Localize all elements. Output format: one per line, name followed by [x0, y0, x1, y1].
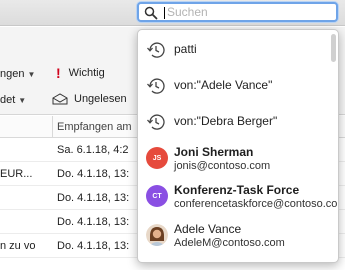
search-box[interactable]	[137, 2, 338, 22]
ribbon-item-move-label: ngen	[0, 68, 25, 80]
column-header-received[interactable]: Empfangen am	[57, 121, 132, 133]
row-date: Do. 4.1.18, 13:	[57, 168, 130, 180]
recent-search-item[interactable]: von:"Adele Vance"	[138, 68, 338, 104]
person-name: Joni Sherman	[174, 145, 254, 159]
title-bar	[0, 0, 345, 26]
text-caret	[164, 7, 165, 19]
ribbon-item-rules[interactable]: det ▼	[0, 94, 26, 106]
chevron-down-icon: ▼	[18, 95, 27, 105]
column-divider[interactable]	[52, 116, 53, 138]
search-input[interactable]	[167, 4, 332, 20]
history-icon	[147, 42, 165, 58]
person-suggestion[interactable]: CT Konferenz-Task Force conferencetaskfo…	[138, 180, 339, 216]
ribbon-item-rules-label: det	[0, 94, 16, 106]
person-suggestion[interactable]: JS Joni Sherman jonis@contoso.com	[138, 142, 338, 178]
row-date: Do. 4.1.18, 13:	[57, 192, 130, 204]
unread-button[interactable]: Ungelesen	[52, 93, 127, 105]
row-date: Sa. 6.1.18, 4:2	[57, 144, 129, 156]
person-suggestion[interactable]: Adele Vance AdeleM@contoso.com	[138, 219, 338, 255]
recent-search-item[interactable]: patti	[138, 32, 338, 68]
important-label: Wichtig	[68, 67, 105, 79]
row-date: Do. 4.1.18, 13:	[57, 216, 130, 228]
avatar-photo	[146, 224, 168, 246]
chevron-down-icon: ▼	[27, 69, 36, 79]
person-email: jonis@contoso.com	[174, 160, 271, 172]
avatar-initials: CT	[152, 192, 162, 200]
envelope-open-icon	[52, 93, 68, 105]
important-button[interactable]: ! Wichtig	[56, 65, 105, 81]
recent-search-label: von:"Debra Berger"	[174, 114, 278, 128]
recent-search-label: patti	[174, 42, 197, 56]
history-icon	[147, 114, 165, 130]
unread-label: Ungelesen	[74, 93, 127, 105]
person-name: Konferenz-Task Force	[174, 183, 300, 197]
recent-search-label: von:"Adele Vance"	[174, 78, 273, 92]
search-suggestions-dropdown: patti von:"Adele Vance" von:"Debra Berge…	[137, 29, 339, 263]
recent-search-item[interactable]: von:"Debra Berger"	[138, 104, 338, 140]
history-icon	[147, 78, 165, 94]
exclamation-icon: !	[56, 65, 61, 81]
row-left-text: EUR...	[0, 168, 33, 180]
search-icon	[144, 6, 158, 20]
row-left-text: n zu vo	[0, 240, 36, 252]
person-name: Adele Vance	[174, 222, 242, 236]
person-email: conferencetaskforce@contoso.com	[174, 198, 339, 210]
ribbon-item-move[interactable]: ngen ▼	[0, 68, 35, 80]
avatar: CT	[146, 185, 168, 207]
avatar: JS	[146, 147, 168, 169]
row-date: Do. 4.1.18, 13:	[57, 240, 130, 252]
person-email: AdeleM@contoso.com	[174, 237, 285, 249]
avatar-initials: JS	[152, 154, 162, 162]
